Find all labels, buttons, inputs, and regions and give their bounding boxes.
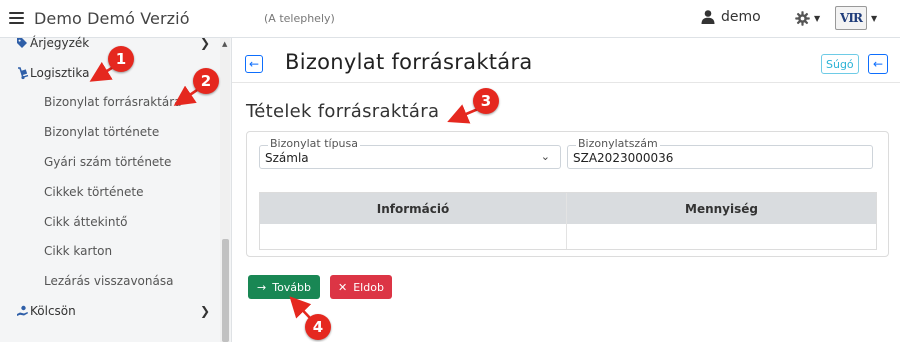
app-title: Demo Demó Verzió bbox=[34, 9, 190, 28]
back-arrow-button[interactable]: ← bbox=[245, 55, 263, 73]
column-header-informacio[interactable]: Információ bbox=[260, 193, 566, 224]
app-subtitle: (A telephely) bbox=[264, 12, 335, 25]
logo-menu[interactable]: VIR ▼ bbox=[835, 6, 877, 30]
next-button-label: Tovább bbox=[272, 280, 312, 294]
callout-marker-3: 3 bbox=[473, 88, 499, 114]
sidebar-subitem-cikkek-tortenete[interactable]: Cikkek története bbox=[44, 182, 143, 202]
gear-icon bbox=[795, 11, 810, 26]
sidebar-scrollbar[interactable]: ▲ bbox=[220, 38, 230, 342]
arrow-right-icon: → bbox=[257, 280, 267, 294]
scroll-up-icon[interactable]: ▲ bbox=[222, 40, 227, 48]
doc-type-value: Számla bbox=[265, 151, 309, 165]
back-button[interactable]: ← bbox=[868, 54, 888, 74]
sidebar-item-label: Logisztika bbox=[30, 66, 90, 80]
settings-menu[interactable]: ▼ bbox=[794, 10, 820, 27]
discard-button-label: Eldob bbox=[353, 280, 384, 294]
close-icon: ✕ bbox=[338, 280, 348, 294]
items-table: Információ Mennyiség bbox=[259, 192, 877, 250]
arrow-left-icon: ← bbox=[872, 57, 884, 71]
column-header-mennyiseg[interactable]: Mennyiség bbox=[567, 193, 876, 224]
doc-number-value: SZA2023000036 bbox=[573, 151, 674, 165]
hand-holding-icon bbox=[15, 304, 29, 318]
scroll-thumb[interactable] bbox=[222, 239, 229, 342]
sidebar-subitem-cikk-karton[interactable]: Cikk karton bbox=[44, 241, 112, 261]
callout-marker-1: 1 bbox=[108, 46, 134, 72]
logo: VIR bbox=[835, 6, 867, 30]
sidebar-item-kolcson[interactable]: Kölcsön ❯ bbox=[0, 300, 220, 322]
chevron-down-icon: ▼ bbox=[814, 14, 821, 23]
callout-marker-2: 2 bbox=[193, 68, 219, 94]
discard-button[interactable]: ✕ Eldob bbox=[330, 275, 392, 299]
help-button[interactable]: Súgó bbox=[821, 54, 859, 74]
chevron-right-icon: ❯ bbox=[200, 36, 211, 50]
tag-icon bbox=[15, 36, 29, 50]
page-title: Bizonylat forrásraktára bbox=[285, 50, 533, 74]
dolly-icon bbox=[15, 66, 29, 80]
form-card: Bizonylat típusa Számla ⌄ Bizonylatszám … bbox=[246, 131, 889, 257]
chevron-down-icon: ⌄ bbox=[540, 150, 550, 163]
user-menu[interactable]: demo bbox=[700, 9, 761, 25]
user-icon bbox=[701, 10, 715, 24]
sidebar-subitem-gyari-szam-tortenete[interactable]: Gyári szám története bbox=[44, 152, 171, 172]
next-button[interactable]: → Tovább bbox=[248, 275, 321, 299]
chevron-down-icon: ▼ bbox=[871, 13, 878, 23]
chevron-right-icon: ❯ bbox=[200, 304, 211, 318]
menu-toggle-icon[interactable] bbox=[9, 12, 24, 24]
column-divider bbox=[566, 193, 567, 249]
section-title: Tételek forrásraktára bbox=[246, 101, 440, 122]
sidebar-item-label: Kölcsön bbox=[30, 304, 76, 318]
sidebar-item-label: Árjegyzék bbox=[30, 36, 90, 50]
sidebar-subitem-bizonylat-tortenete[interactable]: Bizonylat története bbox=[44, 122, 159, 142]
main-content: ← Bizonylat forrásraktára Súgó ← Tételek… bbox=[232, 38, 900, 342]
callout-marker-4: 4 bbox=[305, 314, 331, 340]
arrow-left-icon: ← bbox=[248, 57, 260, 71]
doc-type-label: Bizonylat típusa bbox=[268, 137, 360, 150]
doc-type-select[interactable]: Bizonylat típusa Számla ⌄ bbox=[259, 138, 561, 169]
table-header: Információ Mennyiség bbox=[260, 193, 876, 224]
doc-number-field[interactable]: Bizonylatszám SZA2023000036 bbox=[567, 138, 873, 169]
sidebar-subitem-lezaras-visszavonasa[interactable]: Lezárás visszavonása bbox=[44, 271, 173, 291]
sidebar-subitem-cikk-attekinto[interactable]: Cikk áttekintő bbox=[44, 212, 128, 232]
doc-number-label: Bizonylatszám bbox=[576, 137, 660, 150]
sidebar-subitem-bizonylat-forrasraktara[interactable]: Bizonylat forrásraktára bbox=[44, 92, 182, 112]
divider bbox=[232, 82, 900, 83]
user-name: demo bbox=[721, 9, 761, 25]
